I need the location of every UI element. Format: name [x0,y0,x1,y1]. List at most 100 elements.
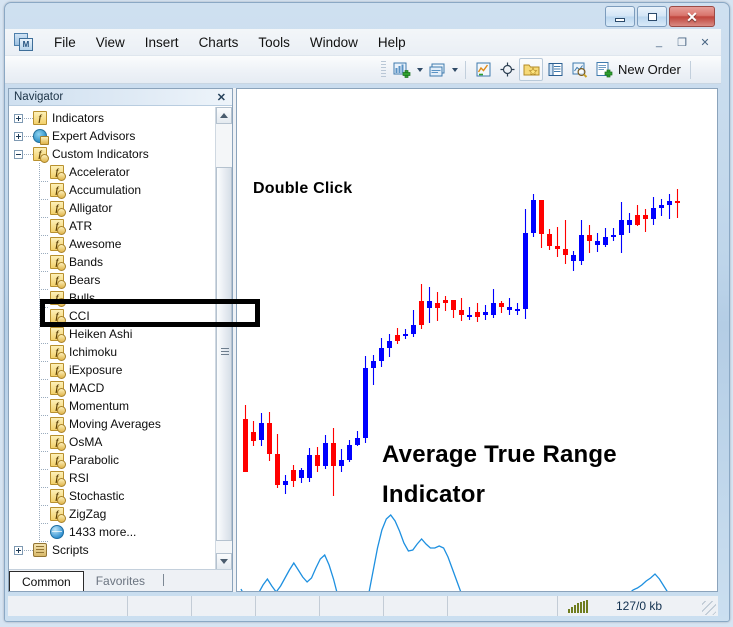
zoom-icon[interactable] [567,58,591,81]
tree-item-label: Scripts [52,543,89,557]
tree-item-label: Custom Indicators [52,147,149,161]
annotation-title-line-1: Average True Range [382,441,617,468]
menu-bar: M File View Insert Charts Tools Window H… [5,29,721,56]
tree-item-scripts[interactable]: Scripts [9,541,232,559]
navigator-tree: f Indicators Expert Advisors f Custom Indica… [9,107,232,570]
templates-icon[interactable] [519,58,543,81]
tree-item-label: Momentum [69,399,130,413]
collapse-icon[interactable] [14,149,23,159]
tree-item-expert-advisors[interactable]: Expert Advisors [9,127,232,145]
menu-item-charts[interactable]: Charts [189,32,249,53]
globe-icon [50,525,64,539]
window-maximize-button[interactable] [637,6,667,27]
scroll-thumb[interactable] [216,167,232,541]
data-window-icon[interactable] [543,58,567,81]
tree-item-moving-averages[interactable]: f Moving Averages [9,415,232,434]
menu-item-window[interactable]: Window [300,32,368,53]
indicators-icon[interactable] [471,58,495,81]
window-close-button[interactable]: ✕ [669,6,715,27]
tree-item-stochastic[interactable]: f Stochastic [9,487,232,506]
tree-item-zigzag[interactable]: f ZigZag [9,505,232,524]
tab-separator [163,574,165,586]
tree-item-awesome[interactable]: f Awesome [9,235,232,254]
tree-item-indicators[interactable]: f Indicators [9,109,232,127]
menu-item-insert[interactable]: Insert [135,32,189,53]
navigator-scrollbar[interactable] [215,107,232,570]
tree-connector [24,549,33,551]
menu-item-view[interactable]: View [86,32,135,53]
fx-custom-icon: f [50,201,66,217]
tree-item-alligator[interactable]: f Alligator [9,199,232,218]
workspace: Navigator ✕ f Indicators Expert Advisors f C… [8,88,718,592]
window-controls: ✕ [605,6,715,27]
new-chart-icon[interactable] [390,58,414,81]
toolbar-grip[interactable] [381,60,386,79]
navigator-close-icon[interactable]: ✕ [214,91,229,104]
fx-custom-icon: f [50,327,66,343]
fx-custom-icon: f [50,219,66,235]
new-order-button[interactable]: New Order [591,61,685,79]
profiles-icon[interactable] [425,58,449,81]
tree-item-label: Bulls [69,291,96,305]
tree-item-cci[interactable]: f CCI [9,307,232,326]
metatrader-icon: M [14,32,35,52]
tree-item-custom-indicators[interactable]: f Custom Indicators [9,145,232,163]
tree-item-accumulation[interactable]: f Accumulation [9,181,232,200]
tab-common[interactable]: Common [9,571,84,591]
tree-item-heiken-ashi[interactable]: f Heiken Ashi [9,325,232,344]
tree-item-bands[interactable]: f Bands [9,253,232,272]
tree-item-bulls[interactable]: f Bulls [9,289,232,308]
fx-custom-icon: f [50,399,66,415]
fx-custom-icon: f [33,147,49,163]
tree-item-label: Moving Averages [69,417,161,431]
tree-item-parabolic[interactable]: f Parabolic [9,451,232,470]
resize-grip-icon[interactable] [702,601,716,615]
tree-item-osma[interactable]: f OsMA [9,433,232,452]
tree-item-iexposure[interactable]: f iExposure [9,361,232,380]
mdi-close-button[interactable]: ✕ [694,32,716,52]
tree-item-rsi[interactable]: f RSI [9,469,232,488]
new-order-icon [596,61,613,77]
scroll-track[interactable] [216,124,232,553]
menu-item-help[interactable]: Help [368,32,416,53]
title-bar: ✕ [5,1,721,29]
profiles-dropdown-arrow[interactable] [449,58,460,81]
fx-custom-icon: f [50,471,66,487]
expand-icon[interactable] [14,113,23,123]
tree-item-ichimoku[interactable]: f Ichimoku [9,343,232,362]
tree-item-momentum[interactable]: f Momentum [9,397,232,416]
tree-item-bears[interactable]: f Bears [9,271,232,290]
tree-item-accelerator[interactable]: f Accelerator [9,163,232,182]
tree-item-atr[interactable]: f ATR [9,217,232,236]
tree-connector [24,135,33,137]
script-icon [33,543,47,557]
mdi-controls: _ ❐ ✕ [648,32,716,52]
tree-item-label: Awesome [69,237,122,251]
crosshair-icon[interactable] [495,58,519,81]
tree-connector [24,153,33,155]
tree-item-label: Ichimoku [69,345,118,359]
menu-item-file[interactable]: File [44,32,86,53]
fx-custom-icon: f [50,183,66,199]
fx-custom-icon: f [50,309,66,325]
new-chart-dropdown-arrow[interactable] [414,58,425,81]
expand-icon[interactable] [14,131,23,141]
tree-item-macd[interactable]: f MACD [9,379,232,398]
chart-window[interactable]: Double Click Average True Range Indicato… [236,88,718,592]
tab-favorites[interactable]: Favorites [84,571,157,591]
fx-custom-icon: f [50,489,66,505]
annotation-title-line-2: Indicator [382,481,486,508]
fx-custom-icon: f [50,363,66,379]
tree-item-1433-more[interactable]: 1433 more... [9,523,232,542]
window-minimize-button[interactable] [605,6,635,27]
scroll-down-button[interactable] [216,553,232,570]
tree-item-label: MACD [69,381,105,395]
mdi-minimize-button[interactable]: _ [648,32,670,52]
mdi-restore-button[interactable]: ❐ [671,32,693,52]
signal-strength-icon [568,599,588,613]
scroll-up-button[interactable] [216,107,232,124]
ea-icon [33,129,49,145]
menu-item-tools[interactable]: Tools [248,32,300,53]
expand-icon[interactable] [14,545,23,555]
new-order-label: New Order [618,62,681,77]
